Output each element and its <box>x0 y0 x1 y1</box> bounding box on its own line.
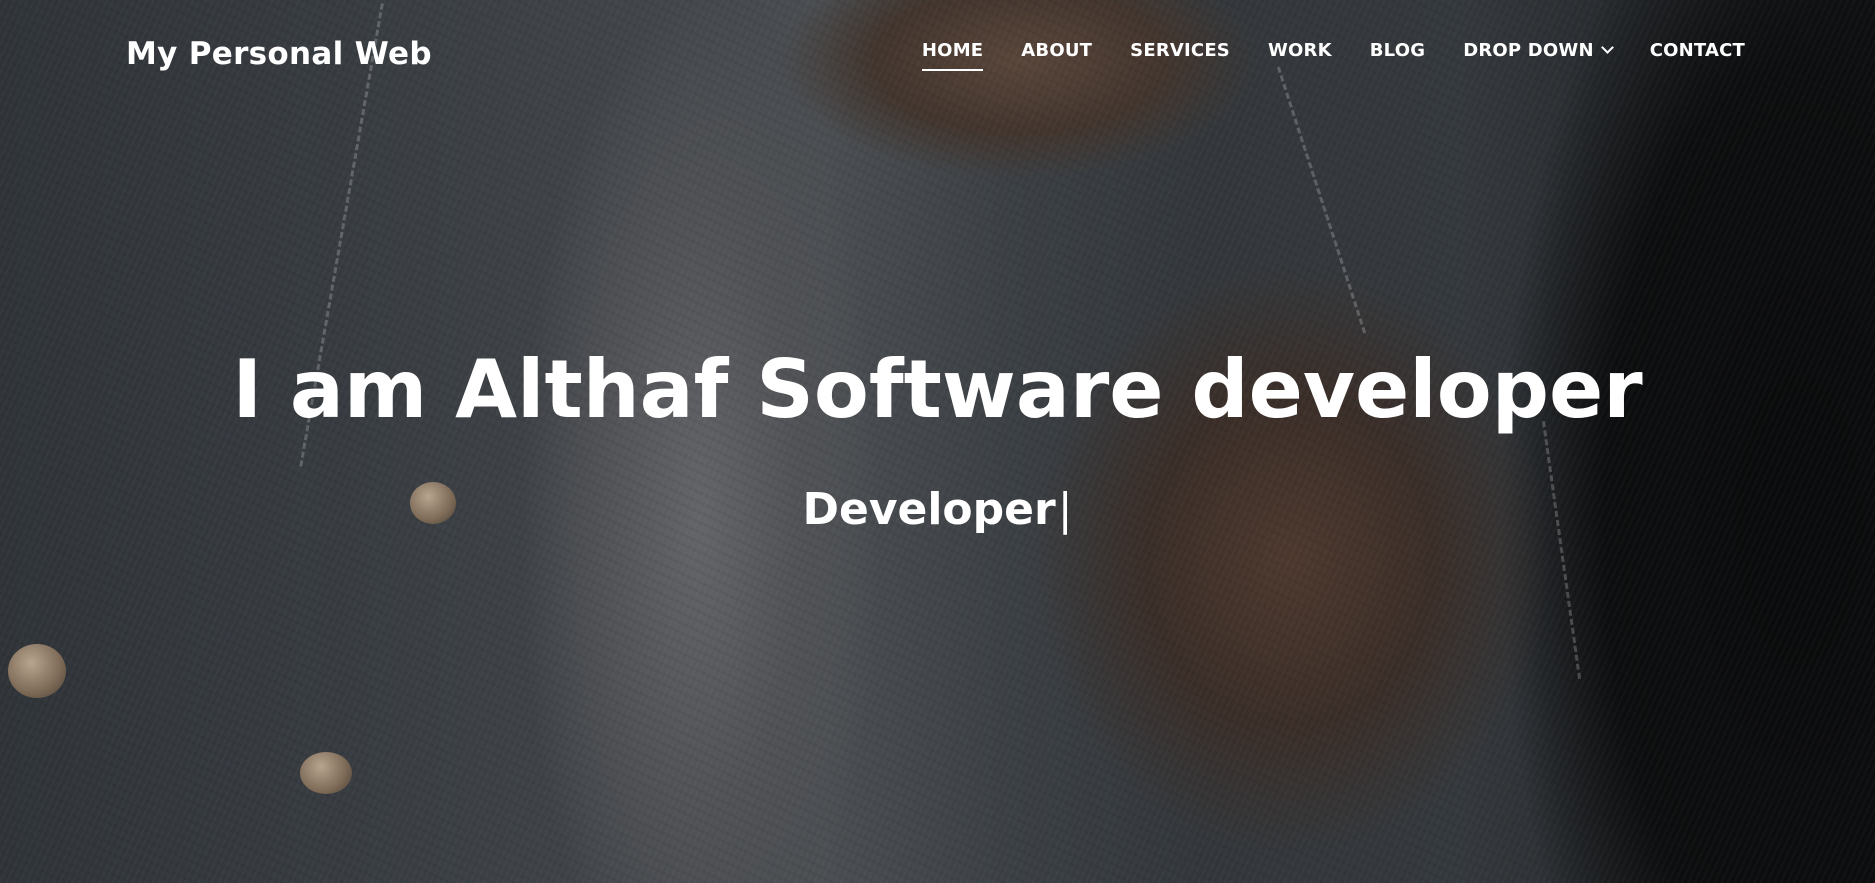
nav-item-work[interactable]: WORK <box>1268 40 1332 69</box>
nav-item-dropdown[interactable]: DROP DOWN <box>1463 40 1614 69</box>
typing-cursor: | <box>1057 484 1073 535</box>
nav-item-contact[interactable]: CONTACT <box>1650 40 1745 69</box>
jacket-button-decoration <box>300 752 352 794</box>
jacket-seam-decoration <box>1541 421 1582 679</box>
hero-section: My Personal Web HOME ABOUT SERVICES WORK… <box>0 0 1875 883</box>
nav-item-label: WORK <box>1267 40 1332 61</box>
top-navbar: My Personal Web HOME ABOUT SERVICES WORK… <box>0 0 1875 110</box>
typed-text: Developer <box>802 484 1056 535</box>
nav-item-label: HOME <box>921 40 984 61</box>
nav-item-home[interactable]: HOME <box>921 40 984 71</box>
nav-item-about[interactable]: ABOUT <box>1021 40 1092 69</box>
nav-item-label: ABOUT <box>1021 40 1093 61</box>
nav-item-label: BLOG <box>1369 40 1426 61</box>
nav-item-label: SERVICES <box>1130 40 1230 61</box>
nav-item-label: CONTACT <box>1649 40 1745 61</box>
chevron-down-icon <box>1600 41 1614 54</box>
main-nav-menu: HOME ABOUT SERVICES WORK BLOG DROP DOWN … <box>884 40 1745 71</box>
hero-headline: I am Althaf Software developer <box>232 343 1643 436</box>
nav-item-services[interactable]: SERVICES <box>1130 40 1230 69</box>
hero-typed-subtitle: Developer| <box>0 480 1875 540</box>
brand-logo-link[interactable]: My Personal Web <box>126 36 432 72</box>
nav-item-blog[interactable]: BLOG <box>1370 40 1425 69</box>
nav-item-label: DROP DOWN <box>1463 40 1594 61</box>
jacket-button-decoration <box>8 644 66 698</box>
